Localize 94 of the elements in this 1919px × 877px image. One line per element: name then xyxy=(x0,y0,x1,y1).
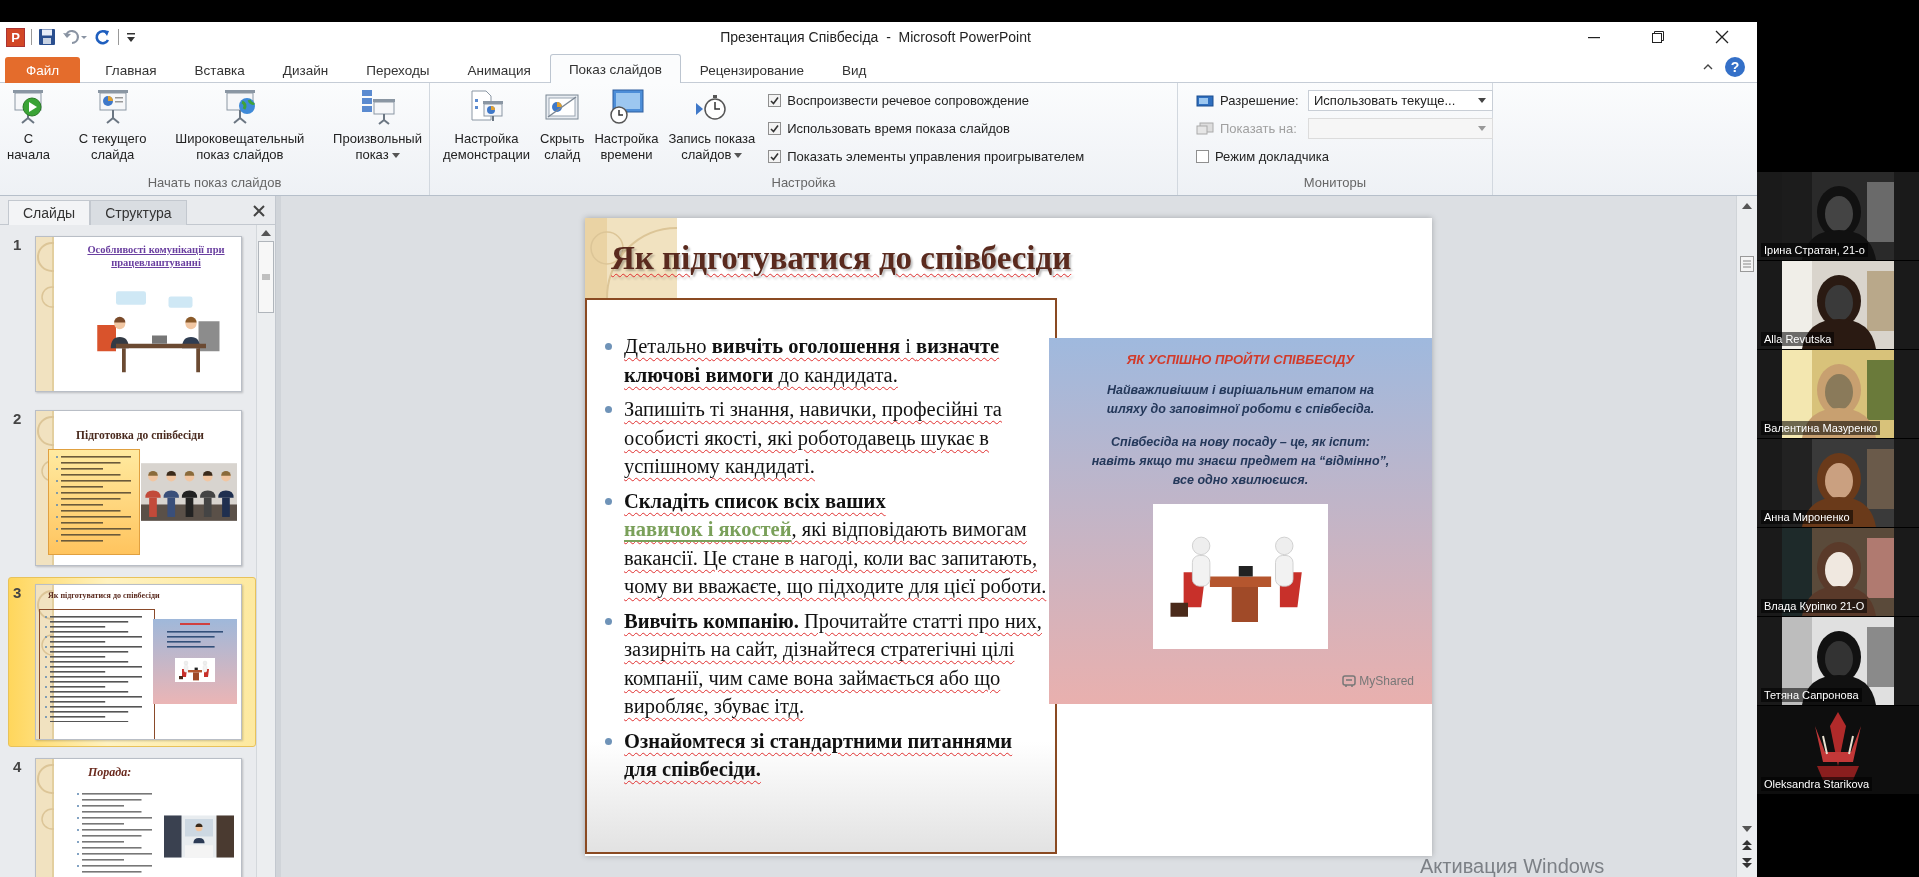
field-label: Разрешение: xyxy=(1220,93,1300,108)
ribbon-button[interactable]: Настройка демонстрации xyxy=(440,89,534,163)
scroll-up-icon[interactable] xyxy=(1741,202,1753,210)
participant-name: Валентина Мазуренко xyxy=(1761,421,1881,435)
group-label: Мониторы xyxy=(1302,175,1368,192)
scroll-down-icon[interactable] xyxy=(1741,825,1753,833)
close-icon[interactable] xyxy=(251,203,267,219)
field-label: Показать на: xyxy=(1220,121,1298,136)
group-label: Начать показ слайдов xyxy=(146,175,283,192)
slide-title: Порада: xyxy=(88,765,132,780)
participant-name: Влада Куріпко 21-О xyxy=(1761,599,1868,613)
previous-slide-icon[interactable] xyxy=(1741,839,1753,851)
ribbon-tab[interactable]: Вставка xyxy=(175,57,264,83)
bullet-text: Вивчіть компанію. Прочитайте статті про них, зазирніть на сайт, дізнайтеся стратегічні цілі компанії, чим саме вона займається або що виробляє, збуває ітд. xyxy=(624,608,1043,720)
slide-number: 2 xyxy=(13,410,23,427)
caret-icon xyxy=(1478,97,1486,104)
ribbon-button[interactable]: Настройка времени xyxy=(591,89,662,163)
ribbon-button[interactable]: С текущего слайда xyxy=(75,89,150,163)
slide-title: Особливості комунікації при працевлаштуванні xyxy=(86,243,226,269)
slide-thumbnail[interactable]: Як підготуватися до співбесіди xyxy=(35,584,242,740)
monitor-icon xyxy=(1196,121,1214,136)
participant-name: Тетяна Сапронова xyxy=(1761,688,1862,702)
scroll-thumb[interactable] xyxy=(258,241,274,313)
ribbon-button[interactable]: Произвольный показ xyxy=(330,89,425,163)
undo-icon[interactable] xyxy=(62,28,88,46)
logo-text: MyShared xyxy=(1359,674,1414,688)
redo-icon[interactable] xyxy=(94,28,112,46)
slide-number: 3 xyxy=(13,584,23,601)
bullet-text: Запишіть ті знання, навички, професійні та особисті якості, які роботодавець шукає в успішному кандидаті. xyxy=(624,397,1003,480)
save-icon[interactable] xyxy=(38,28,56,46)
checkbox[interactable] xyxy=(1196,150,1209,163)
bullet-text: Складіть список всіх ваших навичок і якостей, які відповідають вимогам вакансії. Це стане в нагоді, коли вас запитають, чому ви вважаєте, що підходите для цієї роботи. xyxy=(624,488,1047,600)
participant-name: Анна Мироненко xyxy=(1761,510,1853,524)
slide-list-item[interactable]: 3 Як підготуватися до співбесіди xyxy=(8,577,256,747)
slide-title: Як підготуватися до співбесіди xyxy=(48,591,160,600)
checkbox-label: Воспроизвести речевое сопровождение xyxy=(787,93,1029,108)
participant-name: Ірина Стратан, 21-о xyxy=(1761,243,1868,257)
pane-tab[interactable]: Слайды xyxy=(8,200,91,225)
next-slide-icon[interactable] xyxy=(1741,857,1753,869)
checkbox[interactable] xyxy=(768,122,782,135)
ribbon-tab[interactable]: Анимация xyxy=(448,57,550,83)
scrollbar[interactable] xyxy=(256,225,275,877)
ribbon-tab[interactable]: Рецензирование xyxy=(680,57,824,83)
ribbon-tab[interactable]: Вид xyxy=(823,57,886,83)
monitor-icon xyxy=(1196,93,1214,108)
ribbon-tab[interactable]: Главная xyxy=(86,57,176,83)
ribbon-tab[interactable]: Показ слайдов xyxy=(549,54,681,83)
scrollbar[interactable] xyxy=(1736,196,1757,877)
slide-thumbnail[interactable]: Підготовка до співбесіди xyxy=(35,410,242,566)
slide-list-item[interactable]: 2 Підготовка до співбесіди xyxy=(8,403,256,573)
activation-notice: Активация Windows xyxy=(1420,855,1605,877)
slide-thumbnail[interactable]: Порада: xyxy=(35,758,242,877)
logo-icon xyxy=(1342,674,1357,688)
dropdown[interactable]: Использовать текуще... xyxy=(1308,90,1493,111)
screen-clock-icon xyxy=(608,89,645,125)
infographic-text: Співбесіда на нову посаду – це, як іспит: навіть якщо ти знаєш предмет на “відмінно”, все одно хвилюєшся. xyxy=(1090,434,1391,489)
checkbox-label: Использовать время показа слайдов xyxy=(787,121,1010,136)
slide-list-item[interactable]: 1 Особливості комунікації при працевлаштуванні xyxy=(8,229,256,399)
caret-icon xyxy=(1478,125,1486,132)
bullet-icon xyxy=(605,343,612,350)
bullet-icon xyxy=(605,617,612,625)
ribbon-tab[interactable]: Переходы xyxy=(347,57,449,83)
checkbox-label: Режим докладчика xyxy=(1215,149,1329,164)
bullet-text: Ознайомтеся зі стандартними питаннями для співбесіди. xyxy=(624,728,1014,782)
infographic-heading: ЯК УСПІШНО ПРОЙТИ СПІВБЕСІДУ xyxy=(1126,352,1355,367)
bullet-icon xyxy=(605,406,612,413)
group-label: Настройка xyxy=(770,175,837,192)
ribbon-tab[interactable]: Дизайн xyxy=(263,57,348,83)
ribbon-button[interactable]: Скрыть слайд xyxy=(537,89,588,163)
participant-name: Oleksandra Starikova xyxy=(1761,777,1873,791)
slide-number: 4 xyxy=(13,758,23,775)
bullet-icon xyxy=(605,737,612,745)
window-title: Презентация Співбесіда - Microsoft PowerPoint xyxy=(719,29,1032,45)
slide-list-item[interactable]: 4 Порада: xyxy=(8,751,256,877)
scroll-thumb-icon[interactable] xyxy=(1740,256,1754,272)
help-button[interactable]: ? xyxy=(1725,57,1745,77)
participant-name: Alla Revutska xyxy=(1761,332,1835,346)
slide-title: Підготовка до співбесіди xyxy=(76,429,204,441)
projector-list-icon xyxy=(359,89,396,125)
app-icon[interactable]: P xyxy=(6,27,25,47)
ribbon-button[interactable]: Запись показа слайдов xyxy=(665,89,759,163)
infographic-text: Найважливішим і вирішальним етапом на шляху до заповітної роботи є співбесіда. xyxy=(1105,382,1376,418)
checkbox-label: Показать элементы управления проигрывателем xyxy=(787,149,1085,164)
scroll-up-icon[interactable] xyxy=(260,229,272,237)
pane-tab[interactable]: Структура xyxy=(90,200,187,225)
slide-title: Як підготуватися до співбесіди xyxy=(611,240,1072,277)
bullet-icon xyxy=(605,497,612,505)
ribbon-button[interactable]: Широковещательный показ слайдов xyxy=(172,89,308,163)
bullet-text: Детально вивчіть оголошення і визначте ключові вимоги до кандидата. xyxy=(624,334,1001,389)
slide-number: 1 xyxy=(13,236,23,253)
checkbox[interactable] xyxy=(768,94,782,107)
ribbon-button[interactable]: С начала xyxy=(4,89,53,163)
checkbox[interactable] xyxy=(768,150,782,163)
slide-thumbnail[interactable]: Особливості комунікації при працевлаштуванні xyxy=(35,236,242,392)
